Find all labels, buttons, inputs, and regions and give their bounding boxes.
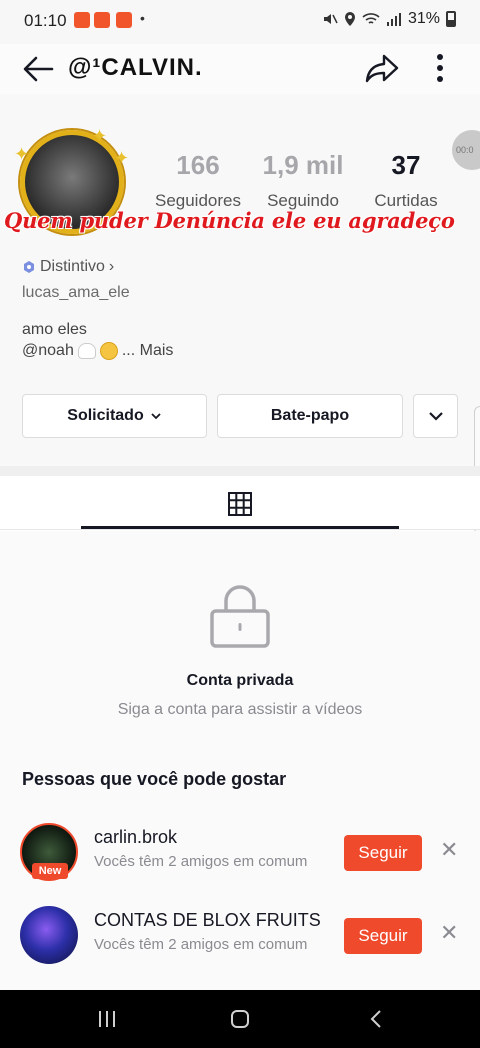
star-decoration: ✦ — [14, 144, 30, 164]
chat-button-label: Bate-papo — [270, 407, 350, 424]
suggestion-item[interactable]: CONTAS DE BLOX FRUITS Vocês têm 2 amigos… — [0, 906, 480, 976]
status-right-group: 31% — [322, 10, 456, 28]
top-nav: @¹CALVIN. — [0, 44, 480, 94]
white-heart-icon — [77, 343, 96, 359]
grid-icon[interactable] — [228, 492, 252, 516]
stat-likes[interactable]: 37 Curtidas — [351, 150, 461, 211]
username: lucas_ama_ele — [22, 284, 130, 301]
avatar[interactable] — [20, 906, 78, 964]
tab-underline — [81, 526, 399, 529]
signal-icon — [386, 13, 401, 26]
bio-mention[interactable]: @noah — [22, 342, 74, 360]
suggestions-header: Pessoas que você pode gostar — [22, 769, 287, 789]
battery-percent: 31% — [407, 10, 440, 27]
stat-followers-value: 166 — [176, 150, 220, 180]
status-dot: • — [140, 10, 145, 26]
badge-hexagon-icon — [24, 261, 34, 273]
chat-button[interactable]: Bate-papo — [217, 394, 403, 438]
battery-icon — [446, 11, 456, 27]
lock-icon — [210, 585, 270, 648]
back-arrow-icon[interactable] — [20, 51, 56, 87]
requested-button-label: Solicitado — [67, 407, 144, 424]
suggestion-mutual: Vocês têm 2 amigos em comum — [94, 936, 308, 953]
close-icon[interactable]: ✕ — [440, 920, 458, 946]
suggestion-name[interactable]: carlin.brok — [94, 827, 177, 848]
video-call-icon — [94, 12, 110, 28]
private-account-panel: Conta privada Siga a conta para assistir… — [0, 531, 480, 761]
chevron-down-icon — [151, 413, 161, 420]
content-tabs — [0, 476, 480, 530]
close-icon[interactable]: ✕ — [440, 837, 458, 863]
stat-likes-value: 37 — [391, 150, 421, 180]
new-badge: New — [32, 863, 68, 879]
private-subtitle: Siga a conta para assistir a vídeos — [117, 701, 363, 718]
status-time: 01:10 — [24, 11, 67, 30]
dropdown-button[interactable] — [413, 394, 458, 438]
suggestion-mutual: Vocês têm 2 amigos em comum — [94, 853, 308, 870]
chevron-down-icon — [428, 412, 443, 421]
bio-more[interactable]: ... Mais — [122, 342, 174, 360]
share-icon[interactable] — [364, 50, 400, 86]
mute-icon — [323, 14, 338, 24]
profile-section: ✦ ✦ ✦ 00:0 166 Seguidores 1,9 mil Seguin… — [0, 94, 480, 534]
requested-button[interactable]: Solicitado — [22, 394, 207, 438]
suggestion-name[interactable]: CONTAS DE BLOX FRUITS — [94, 910, 321, 931]
back-icon[interactable] — [366, 1008, 388, 1030]
badge-label: Distintivo — [40, 258, 105, 275]
more-vertical-icon[interactable] — [432, 50, 448, 86]
follow-button[interactable]: Seguir — [344, 835, 422, 871]
notification-icon — [74, 12, 90, 28]
chevron-right-icon: › — [108, 258, 115, 275]
recent-apps-icon[interactable] — [96, 1008, 118, 1030]
star-decoration: ✦ — [92, 126, 108, 146]
status-bar: 01:10 • 31% — [0, 0, 480, 44]
overlay-caption: Quem puder Denúncia ele eu agradeço — [4, 208, 455, 233]
system-nav-bar — [0, 990, 480, 1048]
suggestion-item[interactable]: New carlin.brok Vocês têm 2 amigos em co… — [0, 823, 480, 893]
location-icon — [344, 12, 355, 26]
star-decoration: ✦ — [114, 148, 130, 168]
bio-line-1: amo eles — [22, 321, 87, 338]
pleading-face-icon — [99, 342, 118, 360]
bio-line-2: @noah ... Mais — [22, 342, 173, 360]
suggestions-section: Pessoas que você pode gostar New carlin.… — [0, 761, 480, 990]
profile-title: @¹CALVIN. — [68, 54, 203, 81]
section-divider — [0, 466, 480, 476]
home-icon[interactable] — [229, 1008, 251, 1030]
notification-icon — [116, 12, 132, 28]
stat-following[interactable]: 1,9 mil Seguindo — [248, 150, 358, 211]
stat-following-value: 1,9 mil — [262, 150, 344, 180]
badge-link[interactable]: Distintivo › — [22, 258, 114, 276]
wifi-icon — [362, 13, 380, 24]
private-title: Conta privada — [186, 672, 294, 689]
follow-button[interactable]: Seguir — [344, 918, 422, 954]
stat-followers[interactable]: 166 Seguidores — [143, 150, 253, 211]
